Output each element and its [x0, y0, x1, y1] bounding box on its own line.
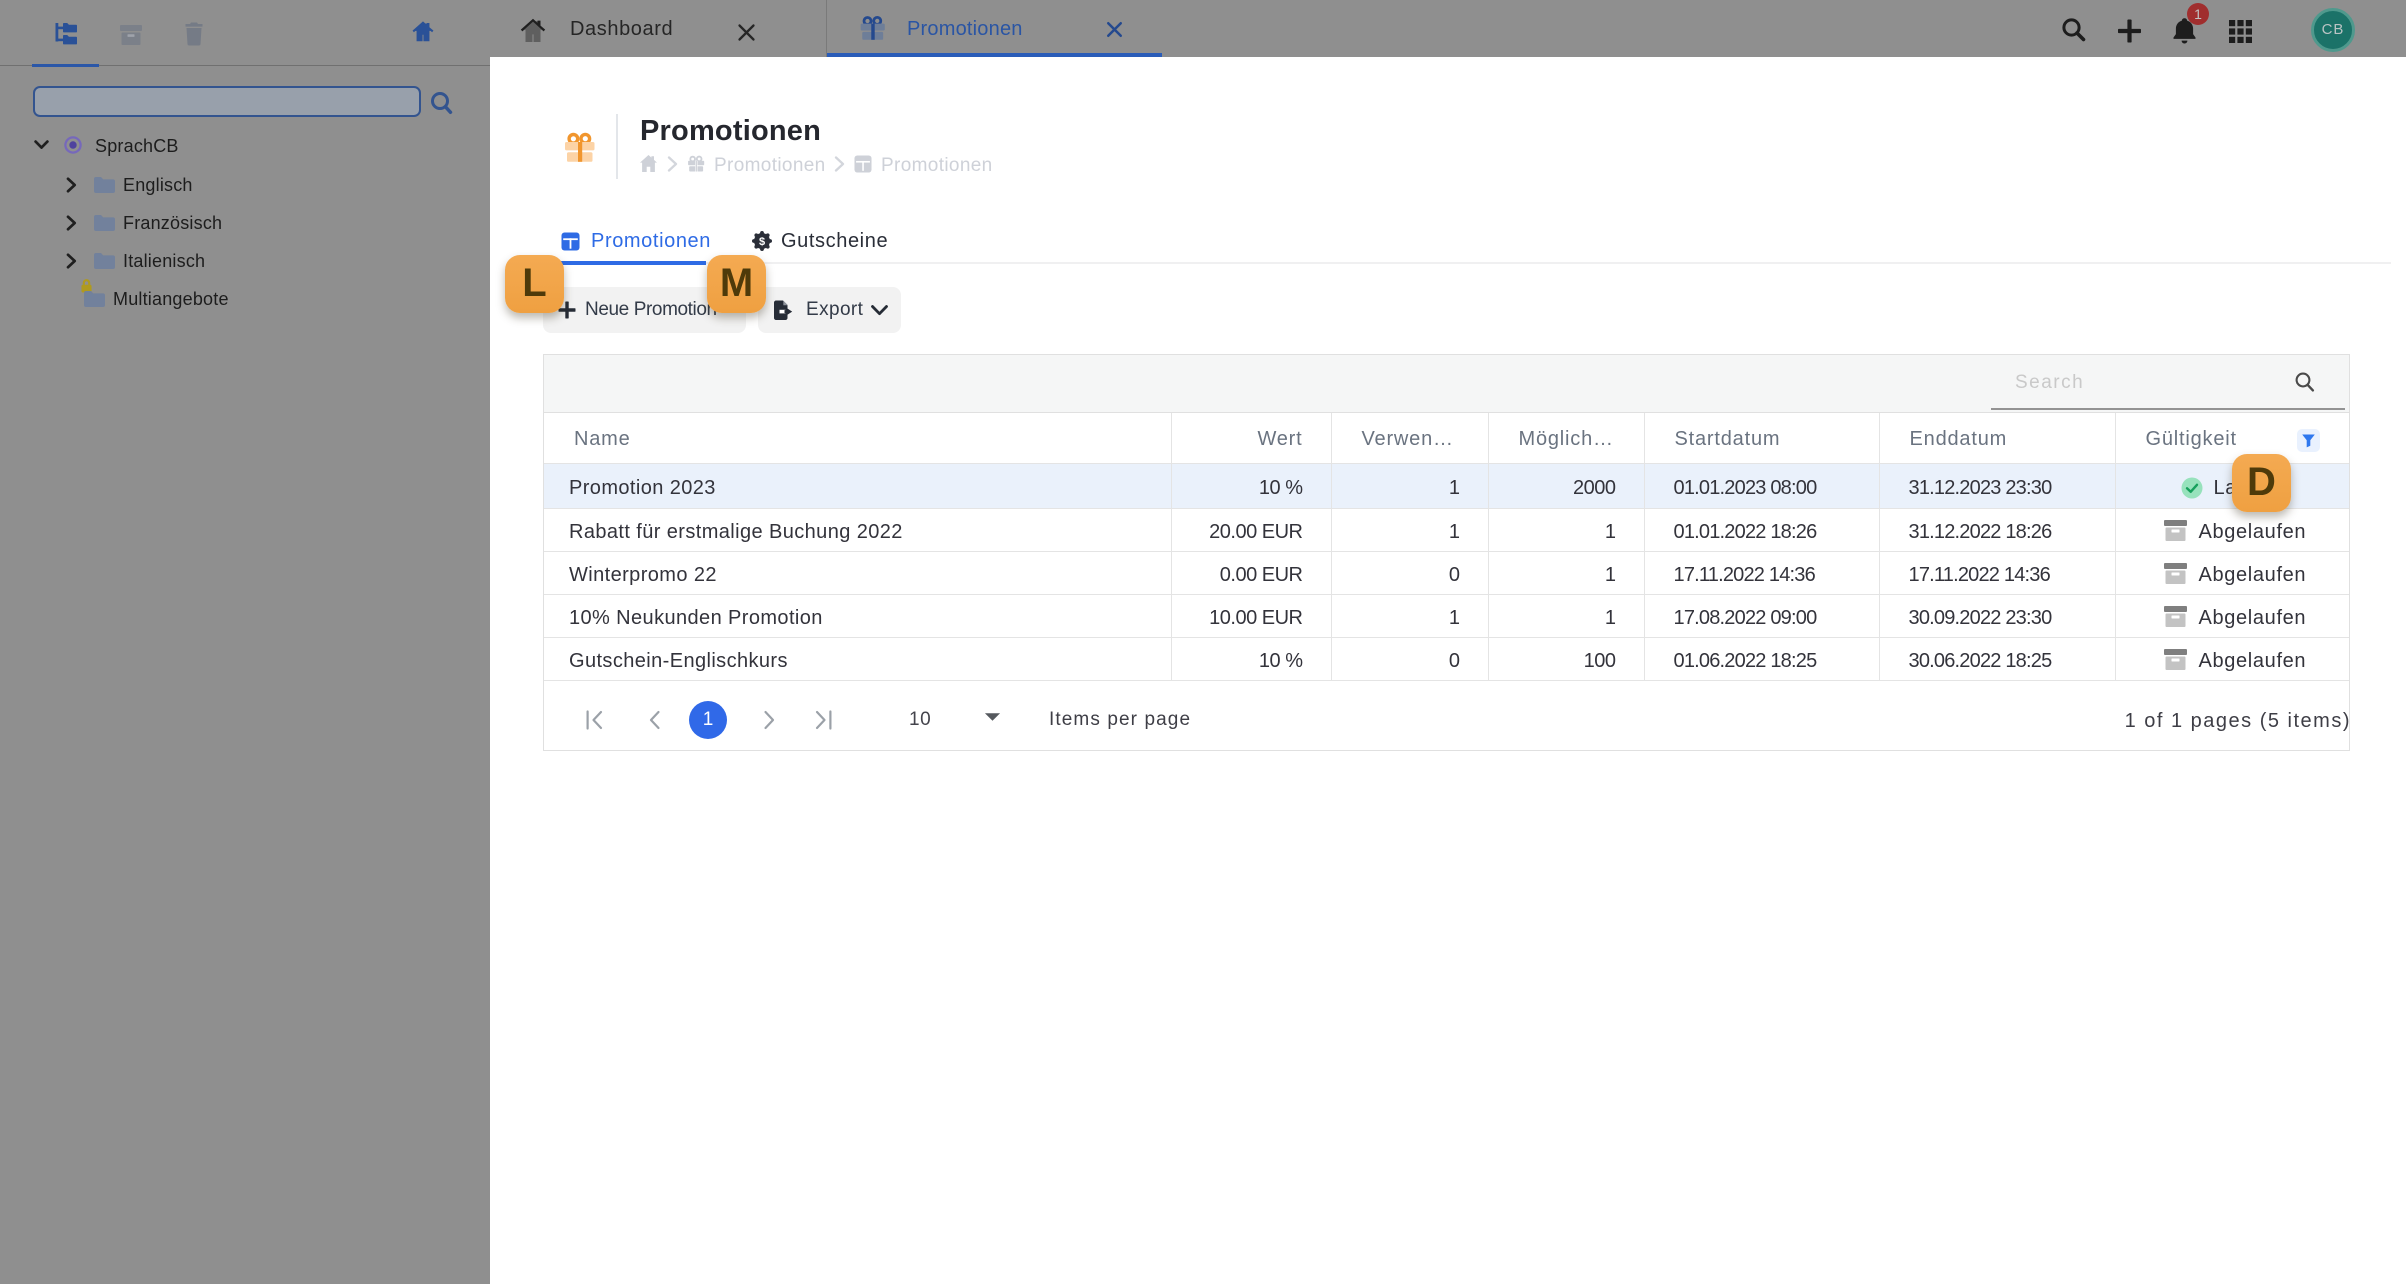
svg-text:$: $ [759, 236, 765, 248]
